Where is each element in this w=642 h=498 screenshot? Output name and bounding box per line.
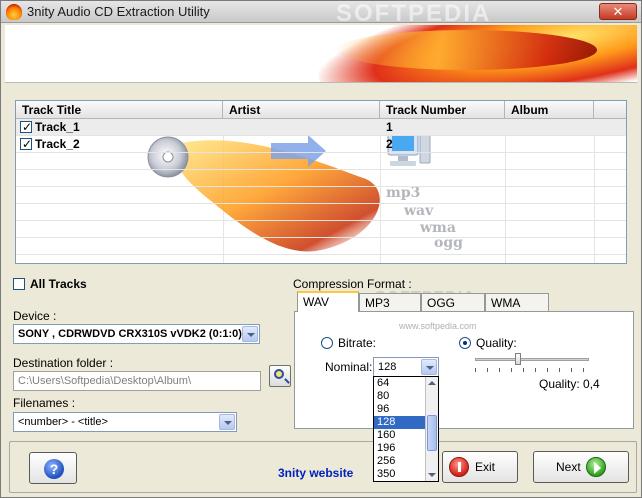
next-label: Next: [556, 460, 581, 474]
empty-row: [16, 170, 626, 187]
empty-row: [16, 187, 626, 204]
filenames-select[interactable]: <number> - <title>: [13, 412, 237, 432]
banner-flame-streak: [337, 30, 597, 70]
filenames-value: <number> - <title>: [18, 416, 108, 428]
tab-ogg[interactable]: OGG: [421, 293, 485, 312]
app-window: 3nity Audio CD Extraction Utility SOFTPE…: [0, 0, 642, 498]
nominal-label: Nominal:: [325, 360, 373, 374]
window-title: 3nity Audio CD Extraction Utility: [27, 4, 210, 19]
bitrate-label: Bitrate:: [338, 336, 377, 350]
empty-row: [16, 221, 626, 238]
quality-slider-ticks: [475, 368, 591, 372]
website-link[interactable]: 3nity website: [278, 466, 353, 480]
softpedia-url-watermark: www.softpedia.com: [399, 321, 477, 331]
track-number-cell: 1: [386, 120, 393, 134]
title-watermark: SOFTPEDIA: [336, 0, 492, 27]
scroll-up-icon[interactable]: [428, 381, 436, 385]
bitrate-radio[interactable]: Bitrate:: [321, 336, 376, 350]
track-list-header: Track Title Artist Track Number Album: [16, 101, 626, 119]
nominal-options-list[interactable]: 64 80 96 128 160 196 256 350: [373, 376, 439, 482]
empty-row: [16, 238, 626, 255]
table-row[interactable]: Track_1 1: [16, 119, 626, 136]
help-button[interactable]: ?: [29, 452, 77, 484]
all-tracks-label: All Tracks: [30, 277, 87, 291]
arrow-right-icon: [586, 457, 606, 477]
magnifier-icon: [274, 369, 284, 379]
track-title-cell: Track_2: [20, 136, 80, 153]
title-bar[interactable]: 3nity Audio CD Extraction Utility SOFTPE…: [1, 0, 641, 27]
filenames-label: Filenames :: [13, 396, 76, 410]
quality-radio[interactable]: Quality:: [459, 336, 517, 350]
device-select[interactable]: SONY , CDRWDVD CRX310S vVDK2 (0:1:0): [13, 324, 260, 344]
track-checkbox[interactable]: [20, 136, 32, 153]
radio-circle[interactable]: [321, 337, 333, 349]
column-header-track-number[interactable]: Track Number: [380, 101, 505, 119]
tab-mp3[interactable]: MP3: [359, 293, 421, 312]
nominal-bitrate-select[interactable]: 128: [373, 357, 439, 377]
quality-slider-thumb[interactable]: [515, 353, 521, 365]
track-checkbox[interactable]: [20, 119, 32, 136]
close-button[interactable]: ✕: [599, 3, 637, 20]
device-value: SONY , CDRWDVD CRX310S vVDK2 (0:1:0): [18, 328, 242, 340]
power-icon: [449, 457, 469, 477]
all-tracks-checkbox[interactable]: All Tracks: [13, 277, 87, 291]
empty-row: [16, 204, 626, 221]
track-number-cell: 2: [386, 137, 393, 151]
destination-folder-input[interactable]: C:\Users\Softpedia\Desktop\Album\: [13, 371, 261, 391]
help-icon: ?: [44, 459, 64, 479]
empty-row: [16, 153, 626, 170]
browse-folder-button[interactable]: [269, 365, 291, 387]
destination-label: Destination folder :: [13, 356, 114, 370]
column-header-artist[interactable]: Artist: [223, 101, 380, 119]
tab-wma[interactable]: WMA: [485, 293, 549, 312]
app-flame-icon: [6, 4, 22, 20]
chevron-down-icon[interactable]: [219, 414, 235, 430]
table-row[interactable]: Track_2 2: [16, 136, 626, 153]
device-label: Device :: [13, 309, 57, 323]
track-title-cell: Track_1: [20, 119, 80, 136]
track-list-rows: Track_1 1 Track_2 2: [16, 119, 626, 263]
checkbox-box[interactable]: [13, 278, 25, 290]
column-header-track-title[interactable]: Track Title: [16, 101, 223, 119]
quality-label: Quality:: [476, 336, 517, 350]
chevron-down-icon[interactable]: [242, 326, 258, 342]
column-header-album[interactable]: Album: [505, 101, 594, 119]
nominal-value: 128: [378, 361, 397, 373]
list-scrollbar[interactable]: [425, 377, 438, 481]
quality-value-label: Quality: 0,4: [539, 377, 600, 391]
scrollbar-thumb[interactable]: [427, 415, 437, 451]
chevron-down-icon[interactable]: [421, 359, 437, 375]
quality-slider-track[interactable]: [475, 358, 589, 361]
scroll-down-icon[interactable]: [428, 473, 436, 477]
next-button[interactable]: Next: [533, 451, 629, 483]
close-icon: ✕: [612, 4, 624, 19]
track-list[interactable]: Track Title Artist Track Number Album mp…: [15, 100, 627, 264]
exit-label: Exit: [475, 460, 496, 474]
tab-wav[interactable]: WAV: [297, 291, 359, 312]
radio-circle[interactable]: [459, 337, 471, 349]
header-banner: [5, 25, 637, 83]
exit-button[interactable]: Exit: [442, 451, 518, 483]
